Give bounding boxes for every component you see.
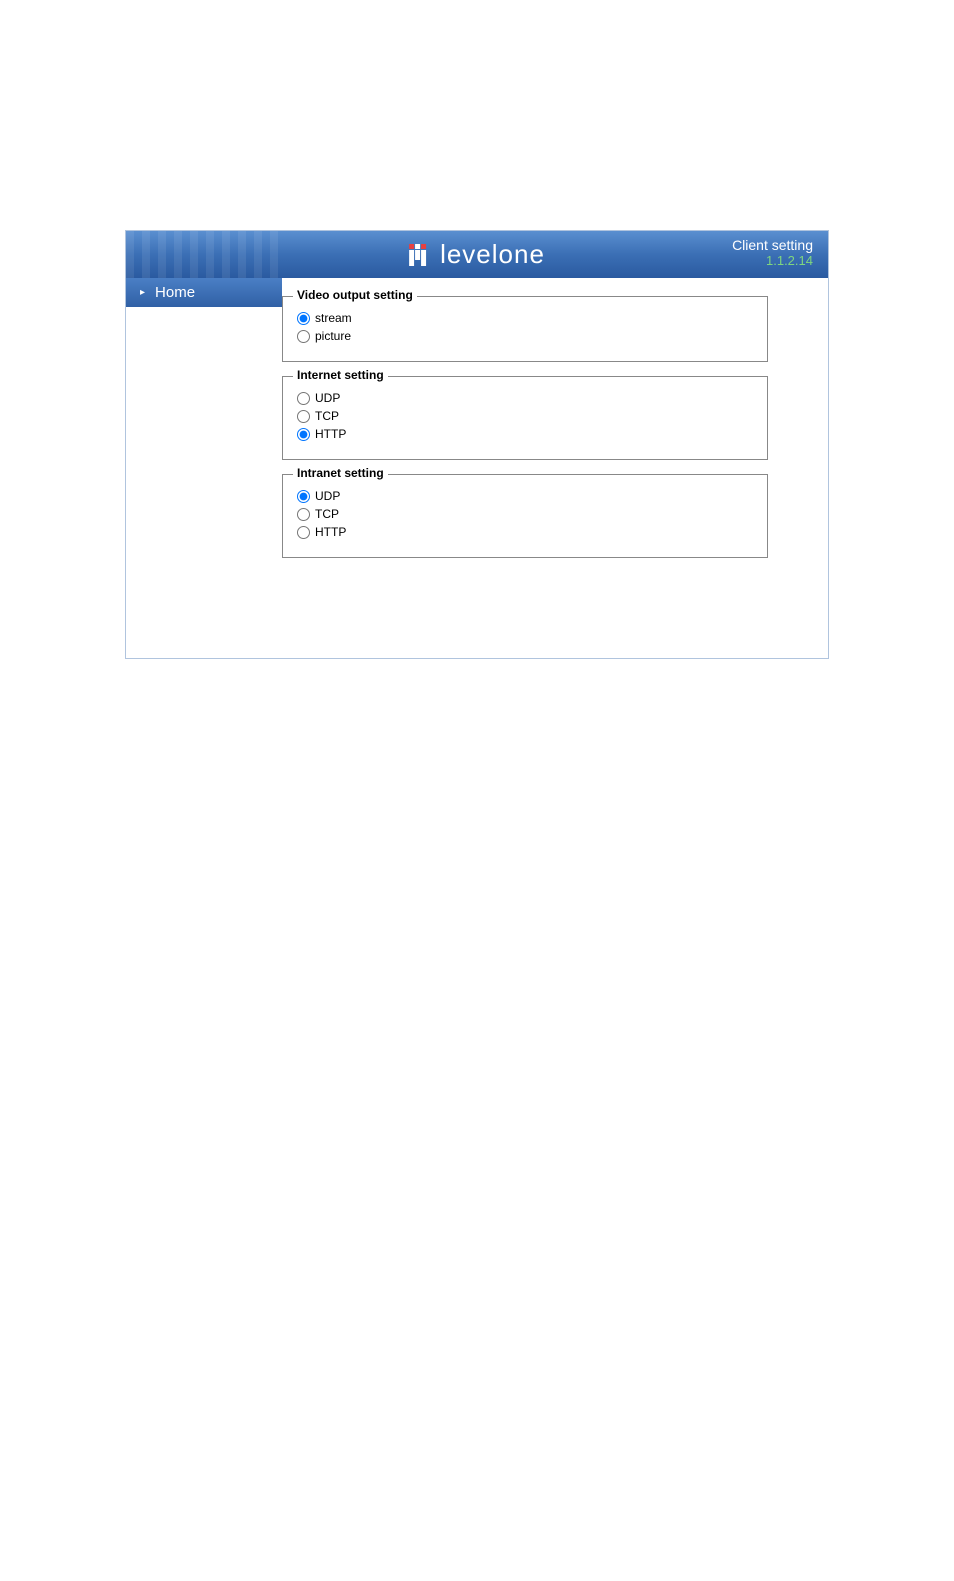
logo-text: levelone xyxy=(440,239,545,270)
sidebar-item-home[interactable]: ▸ Home xyxy=(126,278,282,307)
radio-intranet-tcp[interactable] xyxy=(297,508,310,521)
header-bar: levelone Client setting 1.1.2.14 xyxy=(126,231,828,278)
internet-fieldset: Internet setting UDP TCP HTTP xyxy=(282,376,768,460)
logo: levelone xyxy=(409,239,545,270)
radio-row-stream[interactable]: stream xyxy=(297,311,753,325)
radio-label-internet-http: HTTP xyxy=(315,427,346,441)
client-setting-label[interactable]: Client setting xyxy=(732,237,813,253)
radio-label-intranet-tcp: TCP xyxy=(315,507,339,521)
header-right: Client setting 1.1.2.14 xyxy=(732,237,813,268)
radio-row-internet-udp[interactable]: UDP xyxy=(297,391,753,405)
levelone-logo-icon xyxy=(409,244,435,266)
radio-internet-udp[interactable] xyxy=(297,392,310,405)
radio-picture[interactable] xyxy=(297,330,310,343)
radio-row-intranet-tcp[interactable]: TCP xyxy=(297,507,753,521)
radio-label-internet-tcp: TCP xyxy=(315,409,339,423)
radio-label-intranet-http: HTTP xyxy=(315,525,346,539)
app-window: levelone Client setting 1.1.2.14 ▸ Home … xyxy=(125,230,829,659)
radio-label-intranet-udp: UDP xyxy=(315,489,340,503)
sidebar-item-label: Home xyxy=(155,284,195,301)
radio-internet-tcp[interactable] xyxy=(297,410,310,423)
video-output-legend: Video output setting xyxy=(293,288,417,302)
radio-row-intranet-http[interactable]: HTTP xyxy=(297,525,753,539)
radio-label-picture: picture xyxy=(315,329,351,343)
sidebar: ▸ Home xyxy=(126,278,282,658)
version-text: 1.1.2.14 xyxy=(732,253,813,268)
header-pattern xyxy=(126,231,281,278)
chevron-right-icon: ▸ xyxy=(140,287,145,298)
radio-row-internet-http[interactable]: HTTP xyxy=(297,427,753,441)
radio-intranet-http[interactable] xyxy=(297,526,310,539)
radio-stream[interactable] xyxy=(297,312,310,325)
radio-row-internet-tcp[interactable]: TCP xyxy=(297,409,753,423)
radio-internet-http[interactable] xyxy=(297,428,310,441)
radio-label-internet-udp: UDP xyxy=(315,391,340,405)
content-area: ▸ Home Video output setting stream pictu… xyxy=(126,278,828,658)
internet-legend: Internet setting xyxy=(293,368,388,382)
main-content: Video output setting stream picture Inte… xyxy=(282,278,828,658)
radio-row-intranet-udp[interactable]: UDP xyxy=(297,489,753,503)
radio-intranet-udp[interactable] xyxy=(297,490,310,503)
intranet-legend: Intranet setting xyxy=(293,466,388,480)
intranet-fieldset: Intranet setting UDP TCP HTTP xyxy=(282,474,768,558)
radio-label-stream: stream xyxy=(315,311,352,325)
radio-row-picture[interactable]: picture xyxy=(297,329,753,343)
video-output-fieldset: Video output setting stream picture xyxy=(282,296,768,362)
